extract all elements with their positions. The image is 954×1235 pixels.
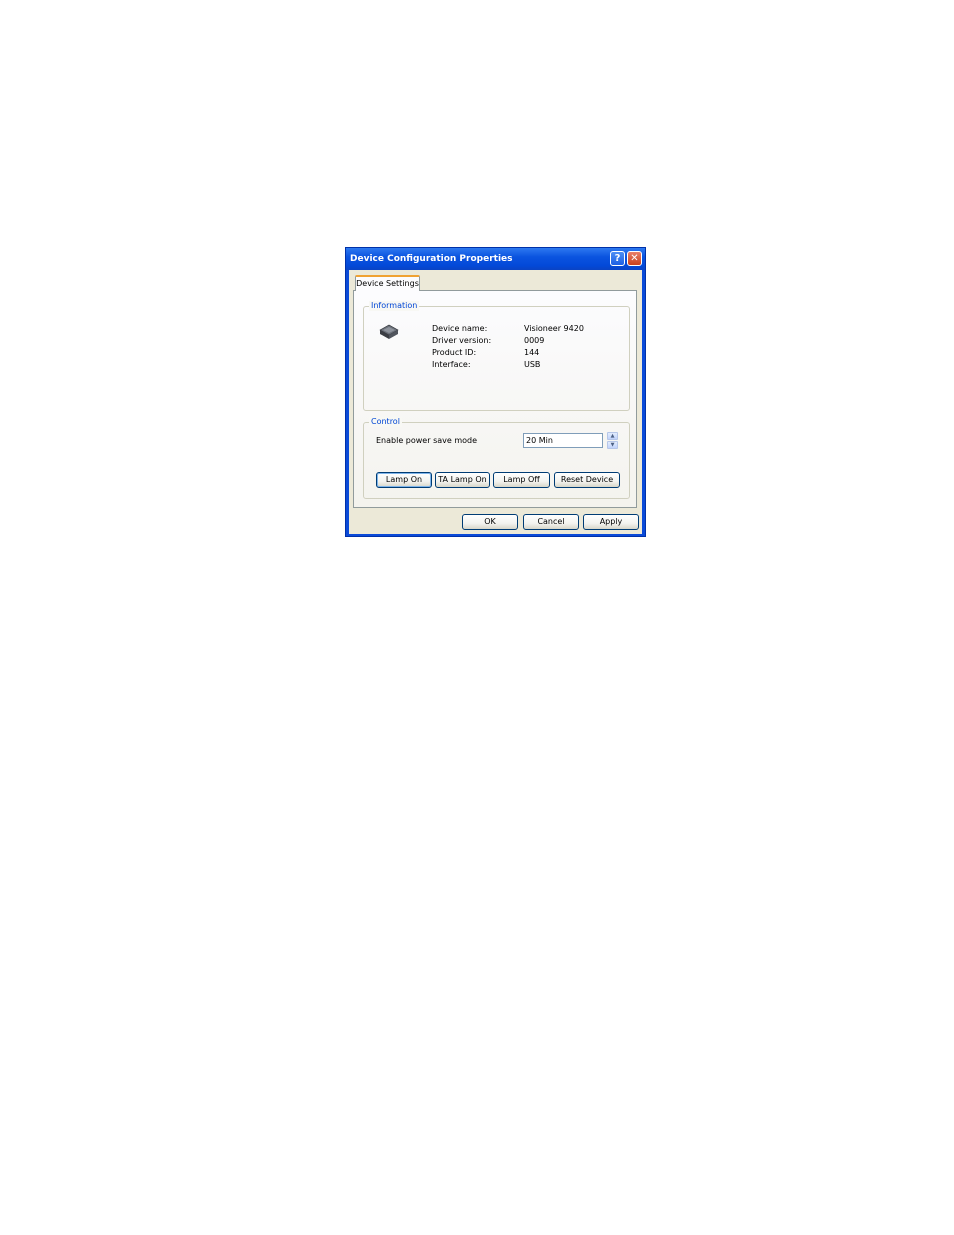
spin-down-button[interactable]: ▼ — [607, 441, 618, 449]
power-save-input[interactable] — [523, 433, 603, 448]
interface-value: USB — [524, 360, 541, 369]
power-save-spinner: ▲ ▼ — [607, 432, 618, 449]
lamp-on-button[interactable]: Lamp On — [376, 472, 432, 488]
arrow-up-icon: ▲ — [610, 433, 615, 439]
device-name-value: Visioneer 9420 — [524, 324, 584, 333]
tab-device-settings[interactable]: Device Settings — [355, 275, 420, 291]
arrow-down-icon: ▼ — [610, 442, 615, 448]
driver-version-value: 0009 — [524, 336, 545, 345]
title-bar[interactable]: Device Configuration Properties ? ✕ — [346, 248, 645, 270]
device-configuration-dialog: Device Configuration Properties ? ✕ Devi… — [345, 247, 646, 537]
reset-device-button[interactable]: Reset Device — [554, 472, 620, 488]
close-button[interactable]: ✕ — [627, 251, 642, 266]
lamp-off-button[interactable]: Lamp Off — [493, 472, 550, 488]
dialog-client-area: Device Settings Information Device name:… — [349, 270, 642, 534]
close-icon: ✕ — [630, 253, 639, 264]
apply-button[interactable]: Apply — [583, 514, 639, 530]
interface-label: Interface: — [432, 360, 471, 369]
product-id-value: 144 — [524, 348, 540, 357]
control-legend: Control — [369, 417, 402, 427]
product-id-label: Product ID: — [432, 348, 477, 357]
power-save-label: Enable power save mode — [376, 436, 478, 445]
help-button[interactable]: ? — [610, 251, 625, 266]
ok-button[interactable]: OK — [462, 514, 518, 530]
information-legend: Information — [369, 301, 420, 311]
spin-up-button[interactable]: ▲ — [607, 432, 618, 440]
driver-version-label: Driver version: — [432, 336, 492, 345]
ta-lamp-on-button[interactable]: TA Lamp On — [435, 472, 490, 488]
control-group: Control Enable power save mode ▲ ▼ Lamp … — [363, 417, 630, 499]
tab-panel-device-settings: Information Device name: Visioneer 9420 … — [353, 290, 637, 508]
information-group: Information Device name: Visioneer 9420 … — [363, 301, 630, 411]
window-title: Device Configuration Properties — [350, 254, 513, 264]
question-mark-icon: ? — [614, 253, 621, 264]
cancel-button[interactable]: Cancel — [523, 514, 579, 530]
scanner-icon — [379, 324, 399, 339]
device-name-label: Device name: — [432, 324, 488, 333]
